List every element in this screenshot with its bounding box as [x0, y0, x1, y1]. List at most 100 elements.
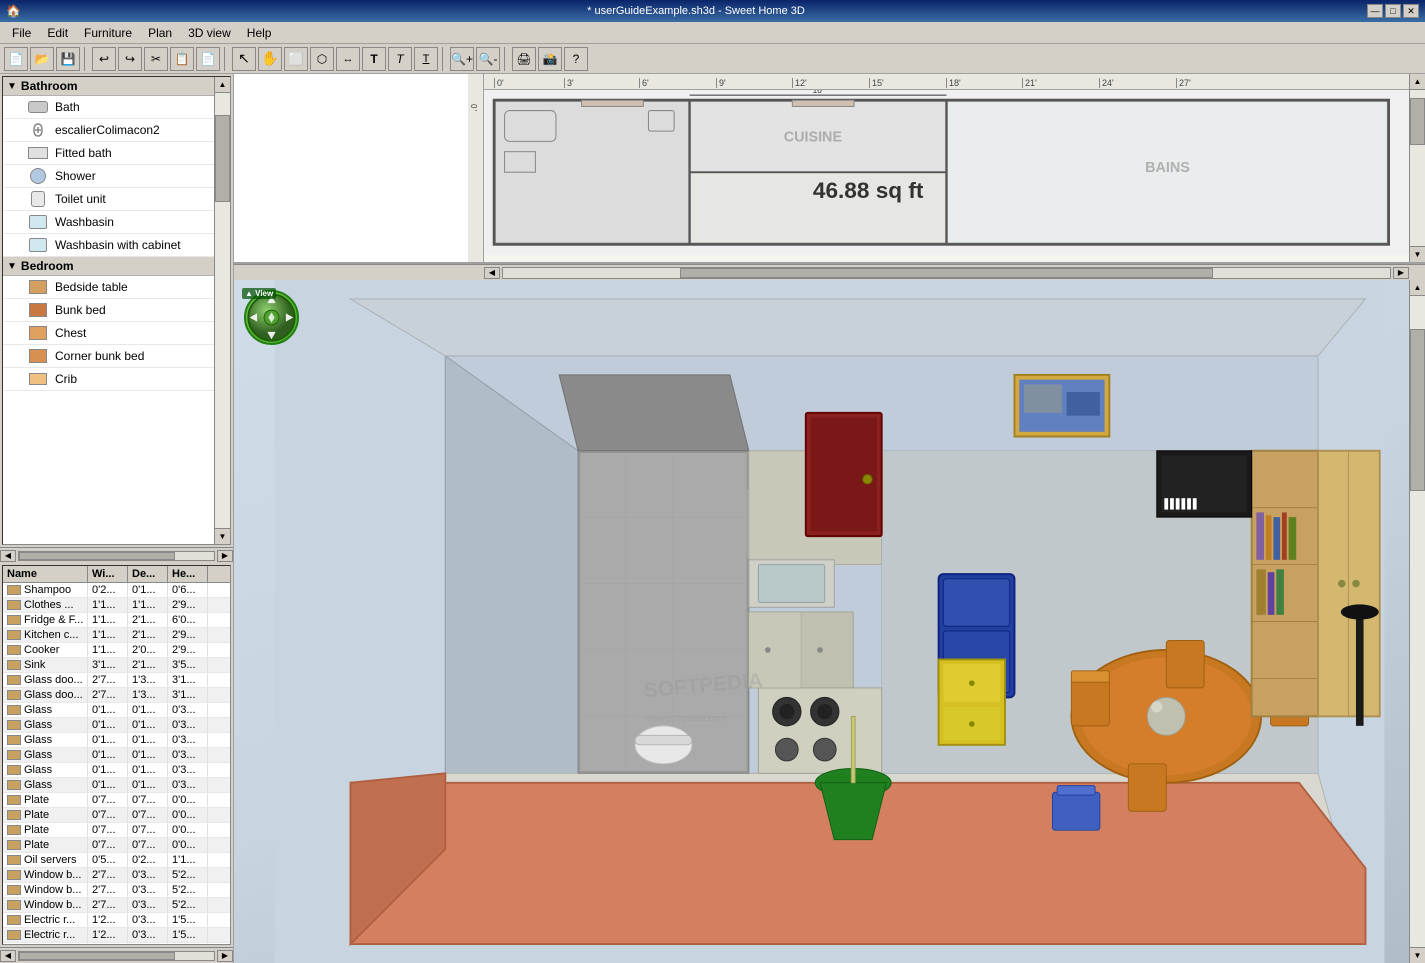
table-row-7[interactable]: Glass doo...2'7...1'3...3'1... — [3, 688, 230, 703]
table-row-5[interactable]: Sink3'1...2'1...3'5... — [3, 658, 230, 673]
tree-hscrollbar[interactable]: ◀ ▶ — [0, 547, 233, 563]
tree-item-washbasin[interactable]: Washbasin — [3, 211, 230, 234]
table-cell-h-10: 0'3... — [168, 733, 208, 747]
table-scroll-left[interactable]: ◀ — [0, 950, 16, 962]
tree-scroll-up[interactable]: ▲ — [215, 77, 230, 93]
view3d-scroll-up[interactable]: ▲ — [1410, 280, 1425, 296]
table-row-3[interactable]: Kitchen c...1'1...2'1...2'9... — [3, 628, 230, 643]
maximize-button[interactable]: □ — [1385, 4, 1401, 18]
tree-item-bath[interactable]: Bath — [3, 96, 230, 119]
table-cell-h-6: 3'1... — [168, 673, 208, 687]
table-row-2[interactable]: Fridge & F...1'1...2'1...6'0... — [3, 613, 230, 628]
table-row-10[interactable]: Glass0'1...0'1...0'3... — [3, 733, 230, 748]
tree-item-washbasin-cabinet-label: Washbasin with cabinet — [55, 238, 181, 252]
table-row-13[interactable]: Glass0'1...0'1...0'3... — [3, 778, 230, 793]
menu-furniture[interactable]: Furniture — [76, 24, 140, 42]
close-button[interactable]: ✕ — [1403, 4, 1419, 18]
category-bedroom[interactable]: ▼ Bedroom — [3, 257, 230, 276]
col-header-depth: De... — [128, 566, 168, 582]
plan-hscroll-right[interactable]: ▶ — [1393, 267, 1409, 279]
table-row-15[interactable]: Plate0'7...0'7...0'0... — [3, 808, 230, 823]
tree-item-washbasin-cabinet[interactable]: Washbasin with cabinet — [3, 234, 230, 257]
table-row-9[interactable]: Glass0'1...0'1...0'3... — [3, 718, 230, 733]
menu-file[interactable]: File — [4, 24, 39, 42]
table-row-24[interactable]: Convertib...4'9...2'1...0'4... — [3, 943, 230, 945]
table-row-21[interactable]: Window b...2'7...0'3...5'2... — [3, 898, 230, 913]
menu-edit[interactable]: Edit — [39, 24, 76, 42]
plan-scroll-up[interactable]: ▲ — [1410, 74, 1425, 90]
tree-item-toilet[interactable]: Toilet unit — [3, 188, 230, 211]
toolbar-pan[interactable]: ✋ — [258, 47, 282, 71]
view3d-vscrollbar[interactable]: ▲ ▼ — [1409, 280, 1425, 963]
table-row-12[interactable]: Glass0'1...0'1...0'3... — [3, 763, 230, 778]
plan-content[interactable]: CUISINE 46.88 sq ft BAINS 10' — [484, 90, 1409, 262]
tree-scroll-left[interactable]: ◀ — [0, 550, 16, 562]
menu-plan[interactable]: Plan — [140, 24, 180, 42]
canvas-3d[interactable]: ▲ View — [234, 280, 1425, 963]
tree-item-shower[interactable]: Shower — [3, 165, 230, 188]
toolbar-text3[interactable]: T — [414, 47, 438, 71]
tree-scroll-down[interactable]: ▼ — [215, 528, 230, 544]
table-row-22[interactable]: Electric r...1'2...0'3...1'5... — [3, 913, 230, 928]
tree-item-corner-bunk[interactable]: Corner bunk bed — [3, 345, 230, 368]
table-row-20[interactable]: Window b...2'7...0'3...5'2... — [3, 883, 230, 898]
tree-item-escalier[interactable]: escalierColimacon2 — [3, 119, 230, 142]
tree-item-bedside-label: Bedside table — [55, 280, 128, 294]
plan-hscrollbar[interactable]: ◀ ▶ — [234, 264, 1425, 280]
toolbar-undo[interactable]: ↩ — [92, 47, 116, 71]
toolbar-open[interactable]: 📂 — [30, 47, 54, 71]
table-row-18[interactable]: Oil servers0'5...0'2...1'1... — [3, 853, 230, 868]
table-row-4[interactable]: Cooker1'1...2'0...2'9... — [3, 643, 230, 658]
table-row-14[interactable]: Plate0'7...0'7...0'0... — [3, 793, 230, 808]
toolbar-cut[interactable]: ✂ — [144, 47, 168, 71]
table-row-11[interactable]: Glass0'1...0'1...0'3... — [3, 748, 230, 763]
table-row-0[interactable]: Shampoo0'2...0'1...0'6... — [3, 583, 230, 598]
toolbar-dimension[interactable]: ↔ — [336, 47, 360, 71]
tree-vscrollbar[interactable]: ▲ ▼ — [214, 77, 230, 544]
nav-control[interactable]: ▲ View — [244, 290, 299, 345]
toolbar-zoom-in[interactable]: 🔍+ — [450, 47, 474, 71]
furniture-tree[interactable]: ▼ Bathroom Bath escalierColimacon2 Fitte… — [2, 76, 231, 545]
tree-item-crib[interactable]: Crib — [3, 368, 230, 391]
category-bathroom[interactable]: ▼ Bathroom — [3, 77, 230, 96]
toolbar-room[interactable]: ⬡ — [310, 47, 334, 71]
toolbar-redo[interactable]: ↪ — [118, 47, 142, 71]
toolbar-help[interactable]: ? — [564, 47, 588, 71]
table-row-23[interactable]: Electric r...1'2...0'3...1'5... — [3, 928, 230, 943]
toolbar-new[interactable]: 📄 — [4, 47, 28, 71]
view3d-scroll-down[interactable]: ▼ — [1410, 947, 1425, 963]
minimize-button[interactable]: — — [1367, 4, 1383, 18]
toolbar-text2[interactable]: T — [388, 47, 412, 71]
menu-3dview[interactable]: 3D view — [180, 24, 239, 42]
toolbar-copy[interactable]: 📋 — [170, 47, 194, 71]
tree-item-chest[interactable]: Chest — [3, 322, 230, 345]
menu-help[interactable]: Help — [239, 24, 280, 42]
table-row-1[interactable]: Clothes ...1'1...1'1...2'9... — [3, 598, 230, 613]
table-cell-name-1: Clothes ... — [3, 598, 88, 612]
toolbar-text[interactable]: T — [362, 47, 386, 71]
plan-vscrollbar[interactable]: ▲ ▼ — [1409, 74, 1425, 262]
table-scroll-right[interactable]: ▶ — [217, 950, 233, 962]
toolbar-export[interactable]: 📸 — [538, 47, 562, 71]
tree-item-bedside[interactable]: Bedside table — [3, 276, 230, 299]
toolbar-zoom-out[interactable]: 🔍- — [476, 47, 500, 71]
toolbar-wall[interactable]: ⬜ — [284, 47, 308, 71]
toolbar-paste[interactable]: 📄 — [196, 47, 220, 71]
table-row-8[interactable]: Glass0'1...0'1...0'3... — [3, 703, 230, 718]
plan-hscroll-left[interactable]: ◀ — [484, 267, 500, 279]
table-row-16[interactable]: Plate0'7...0'7...0'0... — [3, 823, 230, 838]
tree-item-bunk[interactable]: Bunk bed — [3, 299, 230, 322]
tree-item-chest-label: Chest — [55, 326, 86, 340]
furniture-table[interactable]: Name Wi... De... He... Shampoo0'2...0'1.… — [2, 565, 231, 945]
plan-scroll-down[interactable]: ▼ — [1410, 246, 1425, 262]
table-hscrollbar[interactable]: ◀ ▶ — [0, 947, 233, 963]
table-row-17[interactable]: Plate0'7...0'7...0'0... — [3, 838, 230, 853]
table-row-6[interactable]: Glass doo...2'7...1'3...3'1... — [3, 673, 230, 688]
tree-scroll-right[interactable]: ▶ — [217, 550, 233, 562]
tree-item-fitted-bath[interactable]: Fitted bath — [3, 142, 230, 165]
toolbar-save[interactable]: 💾 — [56, 47, 80, 71]
ruler-mark-9: 9' — [716, 78, 726, 88]
toolbar-select[interactable]: ↖ — [232, 47, 256, 71]
table-row-19[interactable]: Window b...2'7...0'3...5'2... — [3, 868, 230, 883]
toolbar-print[interactable]: 🖨 — [512, 47, 536, 71]
